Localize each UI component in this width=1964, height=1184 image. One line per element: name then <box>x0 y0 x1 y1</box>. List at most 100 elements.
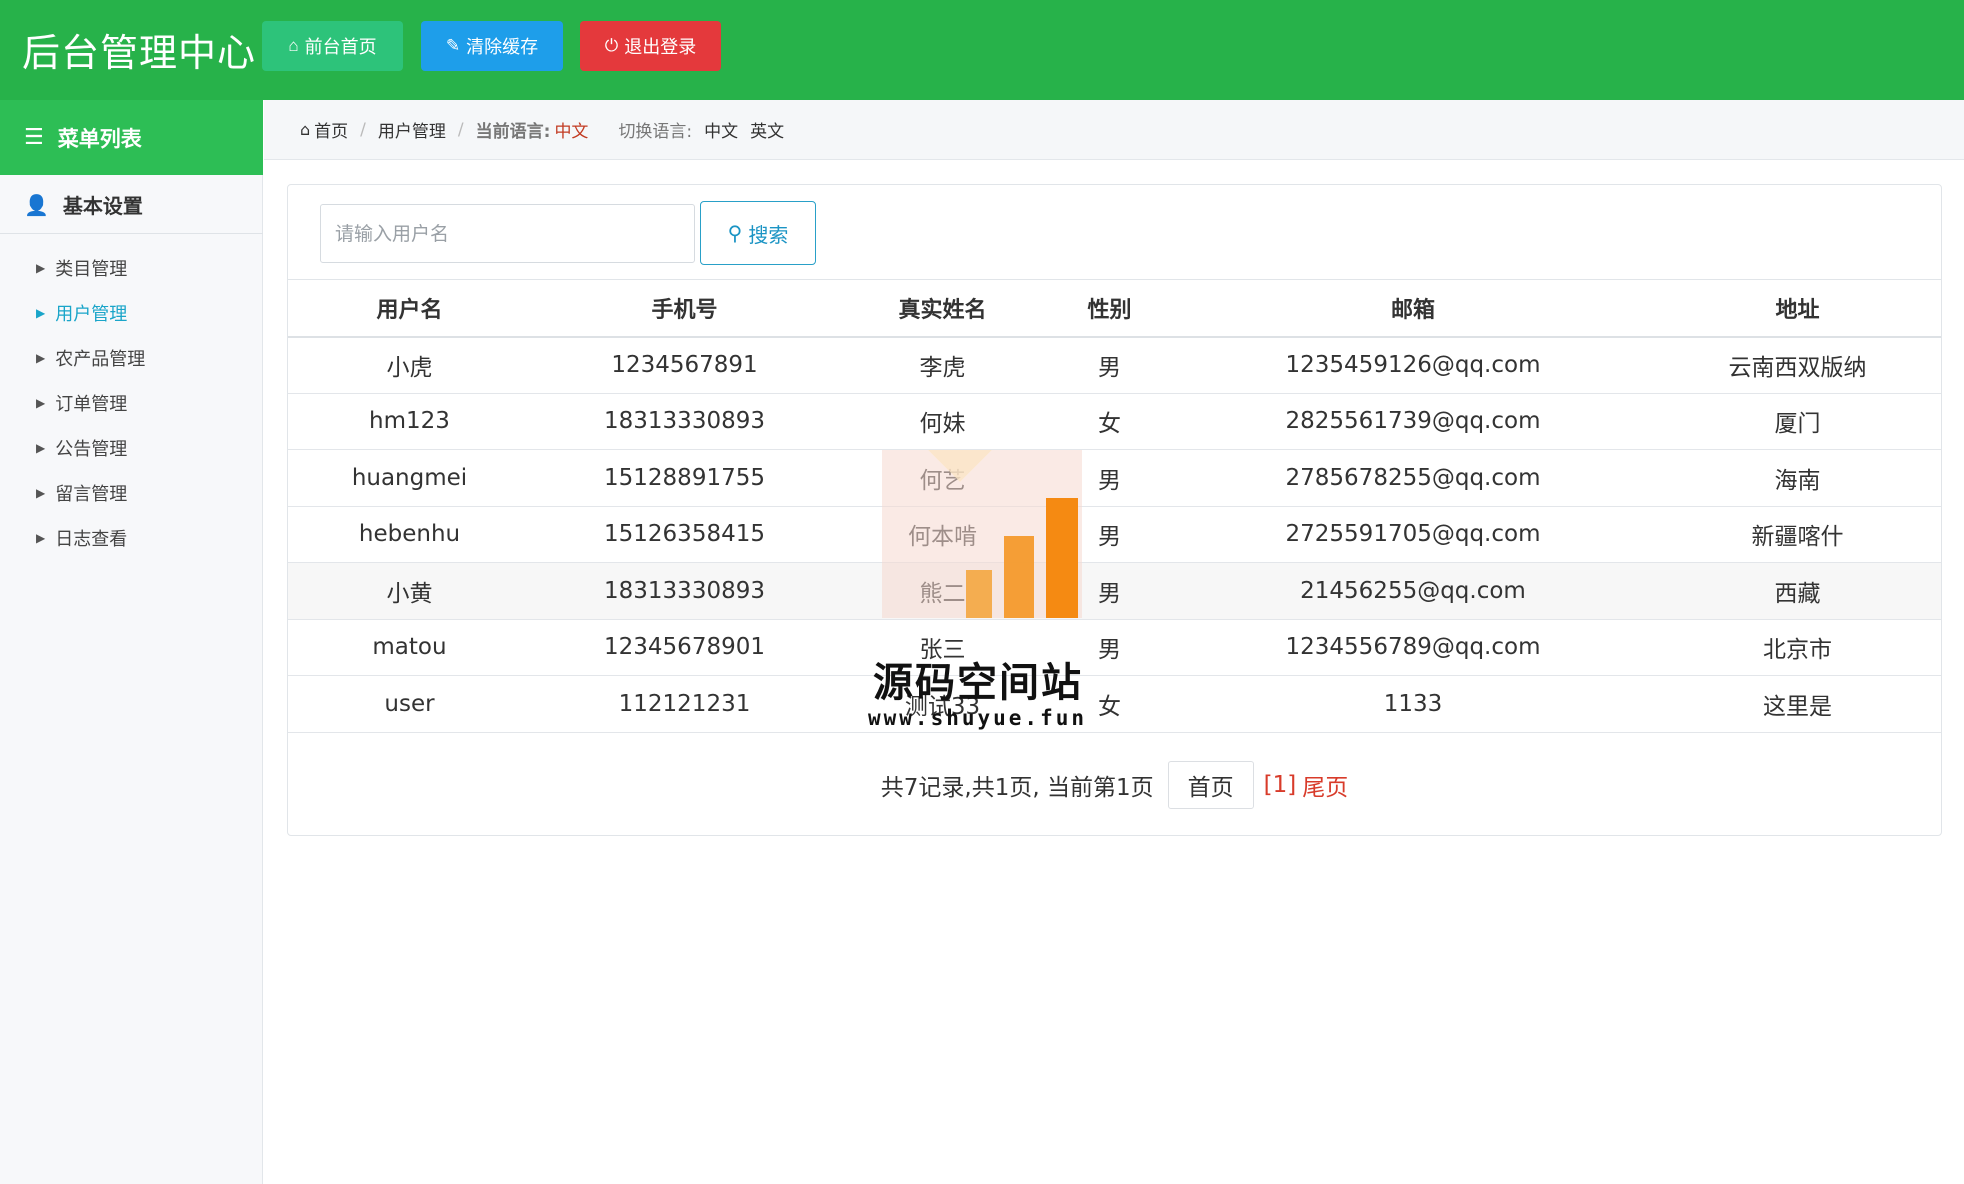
sidebar-item-label: 公告管理 <box>55 438 128 460</box>
caret-right-icon: ▶ <box>36 395 46 410</box>
pagination: 共7记录,共1页, 当前第1页 首页 [1] 尾页 <box>288 761 1941 809</box>
logout-button[interactable]: ⏻ 退出登录 <box>580 21 721 71</box>
basic-settings-group[interactable]: 👤 基本设置 <box>0 176 263 234</box>
cell-phone: 1234567891 <box>531 336 838 394</box>
column-header-gender: 性别 <box>1047 279 1172 338</box>
user-table: 用户名 手机号 真实姓名 性别 邮箱 地址 小虎 1234567891 李虎 男… <box>288 279 1941 733</box>
table-row[interactable]: huangmei 15128891755 何艺 男 2785678255@qq.… <box>288 449 1941 507</box>
home-icon: ⌂ <box>288 36 299 55</box>
cell-gender: 男 <box>1047 562 1172 620</box>
watermark-url: www.shuyue.fun <box>868 706 1088 730</box>
breadcrumb-home[interactable]: 首页 <box>314 117 348 142</box>
breadcrumb-current[interactable]: 用户管理 <box>378 117 446 142</box>
caret-right-icon: ▶ <box>36 485 46 500</box>
cell-address: 云南西双版纳 <box>1654 336 1941 394</box>
caret-right-icon: ▶ <box>36 530 46 545</box>
column-header-address: 地址 <box>1654 279 1941 338</box>
sidebar-menu: ▶ 类目管理 ▶ 用户管理 ▶ 农产品管理 ▶ 订单管理 ▶ 公告管理 ▶ 留言管理 ▶ 日志… <box>0 245 263 560</box>
sidebar-item-label: 订单管理 <box>55 393 128 415</box>
cell-address: 北京市 <box>1654 619 1941 676</box>
cell-email: 2785678255@qq.com <box>1172 449 1654 507</box>
list-icon: ☰ <box>24 125 44 150</box>
column-header-email: 邮箱 <box>1172 279 1654 338</box>
sidebar-item-label: 留言管理 <box>55 483 128 505</box>
cell-username: hebenhu <box>288 506 531 563</box>
watermark-title: 源码空间站 <box>873 660 1083 706</box>
breadcrumb-separator: / <box>457 119 464 140</box>
table-row[interactable]: 小黄 18313330893 熊二 男 21456255@qq.com 西藏 <box>288 562 1941 620</box>
cell-gender: 女 <box>1047 393 1172 450</box>
current-page-link[interactable]: [1] <box>1264 772 1297 798</box>
first-page-button[interactable]: 首页 <box>1167 761 1254 809</box>
sidebar-item-logs[interactable]: ▶ 日志查看 <box>0 515 263 560</box>
cell-username: matou <box>288 619 531 676</box>
cell-phone: 15128891755 <box>531 449 838 507</box>
column-header-phone: 手机号 <box>531 279 838 338</box>
user-icon: 👤 <box>24 192 49 217</box>
menu-list-header: ☰ 菜单列表 <box>0 100 263 175</box>
cell-phone: 18313330893 <box>531 393 838 450</box>
caret-right-icon: ▶ <box>36 305 46 320</box>
cell-phone: 12345678901 <box>531 619 838 676</box>
sidebar-item-category[interactable]: ▶ 类目管理 <box>0 245 263 290</box>
frontend-home-button[interactable]: ⌂ 前台首页 <box>262 21 403 71</box>
cell-username: 小黄 <box>288 562 531 620</box>
column-header-realname: 真实姓名 <box>838 279 1047 338</box>
frontend-home-label: 前台首页 <box>304 37 377 57</box>
cell-email: 1234556789@qq.com <box>1172 619 1654 676</box>
switch-language-label: 切换语言: <box>618 122 693 142</box>
wrench-icon: ✎ <box>445 36 461 55</box>
logout-label: 退出登录 <box>624 37 697 57</box>
sidebar-item-notices[interactable]: ▶ 公告管理 <box>0 425 263 470</box>
cell-phone: 112121231 <box>531 675 838 733</box>
search-button-label: 搜索 <box>748 224 789 247</box>
sidebar-item-label: 农产品管理 <box>55 348 146 370</box>
cell-address: 这里是 <box>1654 675 1941 733</box>
search-button[interactable]: ⚲ 搜索 <box>700 201 816 265</box>
last-page-link[interactable]: 尾页 <box>1302 768 1348 802</box>
cell-email: 1133 <box>1172 675 1654 733</box>
cell-email: 1235459126@qq.com <box>1172 336 1654 394</box>
caret-right-icon: ▶ <box>36 260 46 275</box>
table-row[interactable]: matou 12345678901 张三 男 1234556789@qq.com… <box>288 619 1941 676</box>
breadcrumb-separator: / <box>360 119 366 140</box>
table-row[interactable]: user 112121231 测试33 女 1133 这里是 <box>288 675 1941 733</box>
username-search-input[interactable] <box>320 204 695 263</box>
cell-address: 海南 <box>1654 449 1941 507</box>
sidebar-item-label: 类目管理 <box>55 258 128 280</box>
cell-realname: 何艺 <box>838 449 1047 507</box>
clear-cache-label: 清除缓存 <box>466 37 539 57</box>
cell-realname: 李虎 <box>838 336 1047 394</box>
table-row[interactable]: hm123 18313330893 何妹 女 2825561739@qq.com… <box>288 393 1941 450</box>
sidebar-item-messages[interactable]: ▶ 留言管理 <box>0 470 263 515</box>
table-header-row: 用户名 手机号 真实姓名 性别 邮箱 地址 <box>288 279 1941 338</box>
sidebar-item-users[interactable]: ▶ 用户管理 <box>0 290 263 335</box>
cell-gender: 男 <box>1047 449 1172 507</box>
cell-username: 小虎 <box>288 336 531 394</box>
menu-list-title: 菜单列表 <box>57 126 142 151</box>
column-header-username: 用户名 <box>288 279 531 338</box>
power-icon: ⏻ <box>604 36 619 55</box>
table-row[interactable]: hebenhu 15126358415 何本啃 男 2725591705@qq.… <box>288 506 1941 563</box>
search-icon: ⚲ <box>727 222 743 245</box>
sidebar: ☰ 菜单列表 👤 基本设置 ▶ 类目管理 ▶ 用户管理 ▶ 农产品管理 ▶ 订单管理 ▶… <box>0 100 263 1184</box>
language-en-link[interactable]: 英文 <box>750 117 784 142</box>
current-language-label: 当前语言: <box>475 122 551 142</box>
table-row[interactable]: 小虎 1234567891 李虎 男 1235459126@qq.com 云南西… <box>288 336 1941 394</box>
cell-phone: 15126358415 <box>531 506 838 563</box>
cell-phone: 18313330893 <box>531 562 838 620</box>
cell-email: 2825561739@qq.com <box>1172 393 1654 450</box>
caret-right-icon: ▶ <box>36 350 46 365</box>
cell-realname: 何妹 <box>838 393 1047 450</box>
basic-settings-label: 基本设置 <box>62 194 143 218</box>
cell-address: 西藏 <box>1654 562 1941 620</box>
clear-cache-button[interactable]: ✎ 清除缓存 <box>421 21 563 71</box>
sidebar-item-label: 日志查看 <box>55 528 128 550</box>
cell-realname: 何本啃 <box>838 506 1047 563</box>
sidebar-item-orders[interactable]: ▶ 订单管理 <box>0 380 263 425</box>
language-zh-link[interactable]: 中文 <box>704 117 738 142</box>
current-language-value: 中文 <box>554 122 589 142</box>
sidebar-item-products[interactable]: ▶ 农产品管理 <box>0 335 263 380</box>
cell-address: 厦门 <box>1654 393 1941 450</box>
user-list-panel: ⚲ 搜索 用户名 手机号 真实姓名 性别 邮箱 地址 小虎 1234567891… <box>287 184 1942 836</box>
